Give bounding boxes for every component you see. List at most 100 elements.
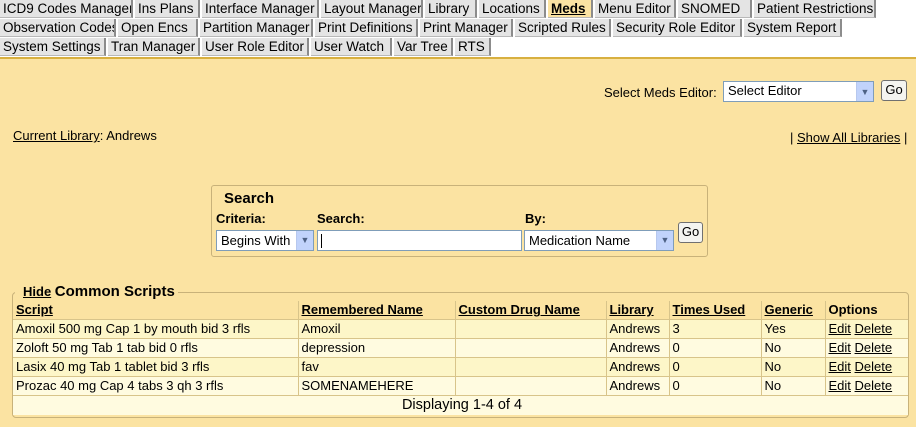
cell-script: Prozac 40 mg Cap 4 tabs 3 qh 3 rfls [13,375,299,395]
tab-library[interactable]: Library [425,0,477,18]
edit-link[interactable]: Edit [829,321,851,336]
criteria-selected: Begins With [221,233,291,248]
criteria-select[interactable]: Begins With ▼ [216,230,314,251]
table-row: Prozac 40 mg Cap 4 tabs 3 qh 3 rfls SOME… [13,375,908,395]
by-select[interactable]: Medication Name ▼ [524,230,674,251]
tab-row-1: ICD9 Codes Manager Ins Plans Interface M… [0,0,916,19]
edit-link[interactable]: Edit [829,378,851,393]
cell-library: Andrews [606,375,670,395]
cell-remembered-name: SOMENAMEHERE [298,375,456,395]
table-row: Amoxil 500 mg Cap 1 by mouth bid 3 rfls … [13,318,908,338]
current-library-link[interactable]: Current Library [13,128,100,143]
column-header-remembered-name[interactable]: Remembered Name [298,301,456,319]
criteria-label: Criteria: [216,211,266,226]
text-cursor [321,234,322,248]
search-go-button[interactable]: Go [678,222,703,243]
column-header-custom-drug-name[interactable]: Custom Drug Name [455,301,607,319]
tab-snomed[interactable]: SNOMED [678,0,752,18]
tab-patient-restrictions[interactable]: Patient Restrictions [754,0,876,18]
cell-options: Edit Delete [825,337,908,357]
tab-user-role-editor[interactable]: User Role Editor [202,38,309,56]
cell-remembered-name: Amoxil [298,318,456,338]
search-label: Search: [317,211,365,226]
search-input[interactable] [317,230,522,251]
cell-options: Edit Delete [825,375,908,395]
table-row: Zoloft 50 mg Tab 1 tab bid 0 rfls depres… [13,337,908,357]
delete-link[interactable]: Delete [855,321,893,336]
tab-print-manager[interactable]: Print Manager [420,19,513,37]
show-all-libraries-link[interactable]: Show All Libraries [797,130,900,145]
cell-script: Amoxil 500 mg Cap 1 by mouth bid 3 rfls [13,318,299,338]
tab-system-report[interactable]: System Report [744,19,842,37]
chevron-down-icon[interactable]: ▼ [856,82,873,101]
chevron-down-icon[interactable]: ▼ [656,231,673,250]
table-header-row: Script Remembered Name Custom Drug Name … [13,301,908,319]
pipe-right: | [903,130,908,145]
cell-library: Andrews [606,337,670,357]
tab-menu-editor[interactable]: Menu Editor [595,0,676,18]
cell-script: Lasix 40 mg Tab 1 tablet bid 3 rfls [13,356,299,376]
cell-times-used: 0 [669,337,762,357]
tab-open-encs[interactable]: Open Encs [118,19,198,37]
cell-times-used: 0 [669,375,762,395]
current-library-value: Andrews [106,128,157,143]
tab-user-watch[interactable]: User Watch [311,38,392,56]
tab-locations[interactable]: Locations [479,0,546,18]
column-header-times-used[interactable]: Times Used [669,301,762,319]
pagination-status: Displaying 1-4 of 4 [13,394,908,415]
column-header-library[interactable]: Library [606,301,670,319]
cell-custom-drug-name [455,356,607,376]
meds-editor-go-button[interactable]: Go [881,80,907,101]
tab-security-role-editor[interactable]: Security Role Editor [613,19,742,37]
cell-options: Edit Delete [825,318,908,338]
meds-editor-select[interactable]: Select Editor ▼ [723,81,874,102]
edit-link[interactable]: Edit [829,340,851,355]
tab-rts[interactable]: RTS [455,38,491,56]
current-library-separator: : [99,128,104,143]
show-all-libraries-group: | Show All Libraries | [790,130,907,145]
tab-tran-manager[interactable]: Tran Manager [108,38,200,56]
by-label: By: [525,211,546,226]
tab-row-2: Observation Codes Open Encs Partition Ma… [0,19,916,38]
cell-generic: No [761,375,826,395]
hide-link[interactable]: Hide [23,284,51,299]
tab-bar: ICD9 Codes Manager Ins Plans Interface M… [0,0,916,57]
tab-var-tree[interactable]: Var Tree [394,38,453,56]
delete-link[interactable]: Delete [855,378,893,393]
cell-library: Andrews [606,318,670,338]
tab-interface-manager[interactable]: Interface Manager [202,0,319,18]
tab-system-settings[interactable]: System Settings [0,38,106,56]
tab-meds[interactable]: Meds [548,0,593,18]
tab-bar-divider [0,57,916,59]
tab-ins-plans[interactable]: Ins Plans [135,0,200,18]
cell-times-used: 0 [669,356,762,376]
cell-custom-drug-name [455,337,607,357]
column-header-options: Options [828,302,878,318]
cell-custom-drug-name [455,375,607,395]
pipe-left: | [790,130,794,145]
chevron-down-icon[interactable]: ▼ [296,231,313,250]
cell-script: Zoloft 50 mg Tab 1 tab bid 0 rfls [13,337,299,357]
tab-scripted-rules[interactable]: Scripted Rules [515,19,611,37]
column-header-script[interactable]: Script [13,301,299,319]
tab-print-definitions[interactable]: Print Definitions [315,19,418,37]
table-footer-row: Displaying 1-4 of 4 [13,394,908,415]
cell-times-used: 3 [669,318,762,338]
tab-icd9-codes-manager[interactable]: ICD9 Codes Manager [0,0,133,18]
tab-observation-codes[interactable]: Observation Codes [0,19,116,37]
cell-library: Andrews [606,356,670,376]
search-title: Search [224,190,275,207]
edit-link[interactable]: Edit [829,359,851,374]
tab-partition-manager[interactable]: Partition Manager [200,19,313,37]
meds-editor-selected: Select Editor [728,83,802,98]
column-header-generic[interactable]: Generic [761,301,826,319]
delete-link[interactable]: Delete [855,359,893,374]
by-selected: Medication Name [529,233,631,248]
tab-row-3: System Settings Tran Manager User Role E… [0,38,916,57]
current-library: Current Library: Andrews [13,128,157,143]
tab-layout-manager[interactable]: Layout Manager [321,0,423,18]
common-scripts-table: Script Remembered Name Custom Drug Name … [13,301,908,415]
cell-generic: No [761,356,826,376]
cell-generic: No [761,337,826,357]
delete-link[interactable]: Delete [855,340,893,355]
